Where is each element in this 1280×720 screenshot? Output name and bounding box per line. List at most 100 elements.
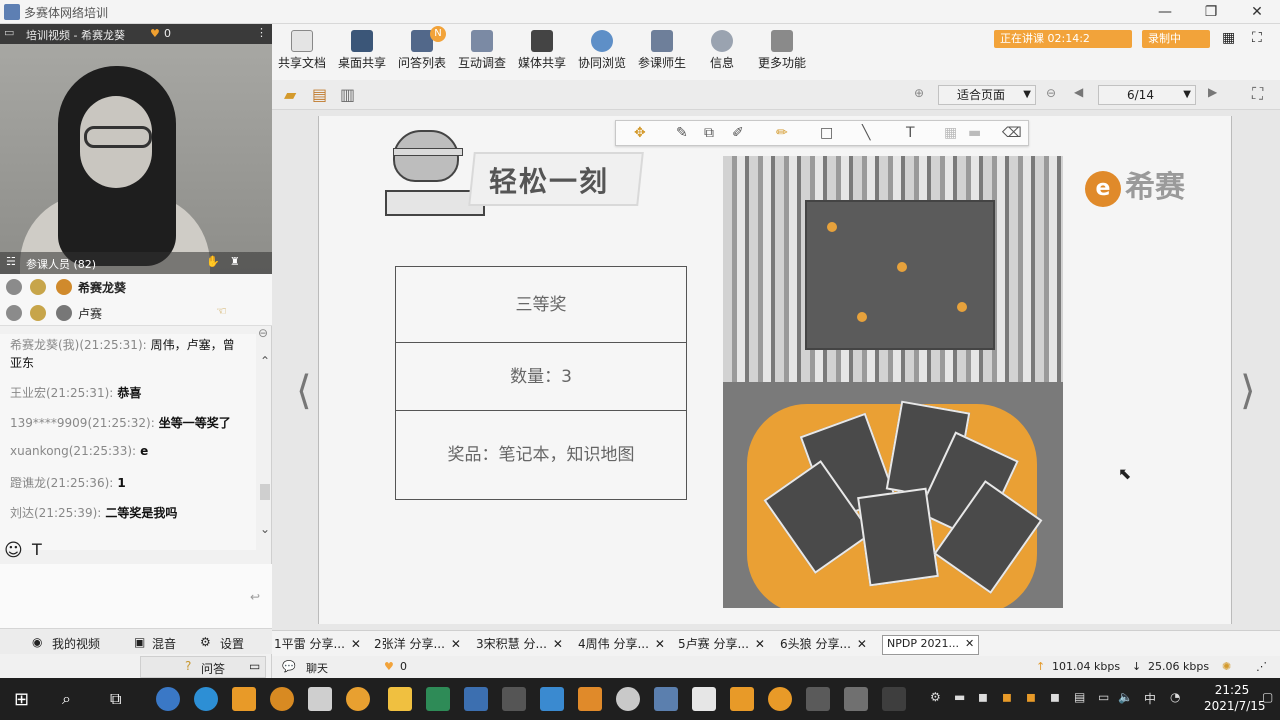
more-functions-button[interactable]: 更多功能 [752, 30, 812, 78]
close-tab-icon[interactable]: ✕ [857, 637, 867, 651]
camera-status-icon[interactable] [30, 279, 46, 295]
participants-button[interactable]: 参课师生 [632, 30, 692, 78]
maximize-button[interactable]: ❐ [1188, 0, 1234, 24]
app-icon[interactable] [730, 687, 754, 711]
app-icon[interactable] [844, 687, 868, 711]
close-tab-icon[interactable]: ✕ [451, 637, 461, 651]
undo-icon[interactable]: ▦ [944, 125, 957, 141]
chat-icon[interactable]: 💬 [282, 660, 296, 673]
search-icon[interactable]: ⌕ [62, 689, 71, 709]
layout-icon[interactable]: ▦ [1222, 30, 1235, 46]
app-icon[interactable] [232, 687, 256, 711]
shield-icon[interactable] [464, 687, 488, 711]
app-icon[interactable] [346, 687, 370, 711]
record-status-badge[interactable]: 录制中 [1142, 30, 1210, 48]
app-icon[interactable] [654, 687, 678, 711]
folder-icon[interactable] [388, 687, 412, 711]
qa-list-button[interactable]: 问答列表 N [392, 26, 452, 78]
media-share-button[interactable]: 媒体共享 [512, 30, 572, 78]
settings-button[interactable]: 设置 [220, 635, 244, 652]
open-folder-icon[interactable]: ▰ [284, 85, 296, 104]
qa-panel-tab[interactable]: ? 问答 ▭ [140, 656, 266, 678]
line-icon[interactable]: ╲ [862, 125, 870, 141]
tray-icon[interactable]: ◼ [1026, 690, 1036, 704]
fit-screen-icon[interactable]: ⛶ [1252, 84, 1263, 104]
scroll-up-icon[interactable]: ⌃ [260, 354, 270, 368]
ime-mode-icon[interactable]: ◔ [1170, 690, 1180, 704]
qa-minimize-icon[interactable]: ▭ [249, 659, 260, 673]
close-button[interactable]: ✕ [1234, 0, 1280, 24]
prev-page-icon[interactable]: ◀ [1074, 85, 1083, 99]
fullscreen-icon[interactable]: ⛶ [1252, 30, 1262, 46]
close-tab-icon[interactable]: ✕ [655, 637, 665, 651]
doc-list-icon[interactable]: ▥ [340, 85, 355, 104]
zoom-in-icon[interactable]: ⊕ [914, 86, 924, 100]
highlighter-icon[interactable]: ✏ [776, 125, 788, 141]
chat-scrollbar[interactable]: ⊖ ⌃ ⌄ [258, 326, 272, 550]
survey-button[interactable]: 互动调查 [452, 30, 512, 78]
tray-icon[interactable]: ◼ [978, 690, 988, 704]
browser-icon[interactable] [194, 687, 218, 711]
page-select[interactable]: 6/14 ▼ [1098, 85, 1196, 105]
tray-icon[interactable]: ⚙ [930, 690, 941, 704]
minimize-button[interactable]: — [1142, 0, 1188, 24]
next-slide-icon[interactable]: ⟩ [1240, 368, 1256, 414]
task-view-icon[interactable]: ⧉ [110, 689, 121, 709]
new-doc-icon[interactable]: ▤ [312, 85, 327, 104]
emoji-icon[interactable]: ☺ [4, 540, 23, 561]
share-doc-button[interactable]: 共享文档 [272, 30, 332, 78]
mic-icon[interactable] [6, 279, 22, 295]
prev-slide-icon[interactable]: ⟨ [296, 368, 312, 414]
clear-icon[interactable]: ⌫ [1002, 125, 1022, 141]
participant-row[interactable]: 卢赛 ☜ [0, 300, 272, 326]
tray-icon[interactable]: ▬ [954, 690, 965, 704]
scroll-thumb[interactable] [260, 484, 270, 500]
app-icon[interactable] [270, 687, 294, 711]
doc-tab[interactable]: 1平雷 分享... ✕ [274, 635, 361, 655]
crop-icon[interactable]: ⧉ [704, 125, 714, 141]
ie-icon[interactable] [156, 687, 180, 711]
close-tab-icon[interactable]: ✕ [553, 637, 563, 651]
windows-start-icon[interactable]: ⊞ [14, 689, 29, 710]
co-browse-button[interactable]: 协同浏览 [572, 30, 632, 78]
close-tab-icon[interactable]: ✕ [351, 637, 361, 651]
app-icon[interactable] [616, 687, 640, 711]
doc-tab[interactable]: 4周伟 分享... ✕ [578, 635, 665, 655]
raise-hand-icon[interactable]: ✋ [206, 255, 220, 268]
collapse-icon[interactable]: ⊖ [258, 326, 268, 340]
settings-icon[interactable]: ⚙ [200, 635, 211, 649]
app-icon[interactable] [578, 687, 602, 711]
close-tab-icon[interactable]: ✕ [755, 637, 765, 651]
doc-tab[interactable]: 3宋积慧 分... ✕ [476, 635, 563, 655]
volume-icon[interactable]: 🔈 [1118, 690, 1133, 704]
notification-icon[interactable]: ▢ [1262, 690, 1273, 704]
close-tab-icon[interactable]: ✕ [965, 637, 974, 650]
resize-grip-icon[interactable]: ⋰ [1256, 660, 1267, 673]
doc-tab[interactable]: 2张洋 分享... ✕ [374, 635, 461, 655]
pointer-icon[interactable]: ✥ [634, 125, 646, 141]
next-page-icon[interactable]: ▶ [1208, 85, 1217, 99]
redo-icon[interactable]: ▬ [968, 125, 981, 141]
app-icon[interactable] [502, 687, 526, 711]
network-icon[interactable]: ▤ [1074, 690, 1085, 704]
mic-icon[interactable] [6, 305, 22, 321]
eraser-icon[interactable]: ✎ [676, 125, 688, 141]
video-menu-icon[interactable]: ⋮ [256, 26, 267, 39]
tray-icon[interactable]: ◼ [1002, 690, 1012, 704]
app-icon[interactable] [806, 687, 830, 711]
app-icon[interactable] [540, 687, 564, 711]
doc-tab[interactable]: 5卢赛 分享... ✕ [678, 635, 765, 655]
hand-icon[interactable]: ☜ [216, 304, 227, 318]
chat-input[interactable]: ↩ [0, 564, 272, 628]
clock[interactable]: 21:25 2021/7/15 [1204, 682, 1266, 714]
participant-row[interactable]: 希赛龙葵 [0, 274, 272, 300]
doc-tab[interactable]: 6头狼 分享... ✕ [780, 635, 867, 655]
app-icon[interactable] [692, 687, 716, 711]
rectangle-icon[interactable]: □ [820, 125, 833, 141]
teacher-video[interactable] [0, 44, 272, 274]
text-tool-icon[interactable]: T [906, 125, 915, 141]
my-video-button[interactable]: 我的视频 [52, 635, 100, 652]
tray-icon[interactable]: ◼ [1050, 690, 1060, 704]
participants-count[interactable]: 参课人员 (82) [26, 256, 96, 272]
camera-status-icon[interactable] [30, 305, 46, 321]
